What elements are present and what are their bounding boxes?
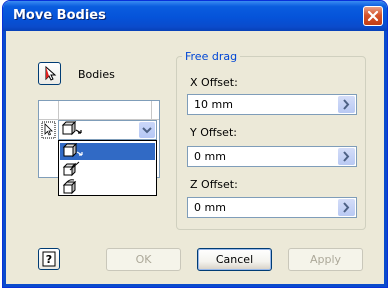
y-offset-label: Y Offset: xyxy=(190,126,237,139)
move-type-dropdown-list xyxy=(58,140,157,196)
move-type-option-free-drag[interactable] xyxy=(60,143,155,160)
select-bodies-button[interactable] xyxy=(38,62,61,85)
row-cursor-icon xyxy=(41,121,56,139)
move-type-combo[interactable] xyxy=(58,120,157,140)
chevron-right-icon xyxy=(343,151,350,162)
window-frame-right xyxy=(384,31,387,287)
apply-button[interactable]: Apply xyxy=(288,248,363,271)
chevron-down-icon xyxy=(142,127,152,134)
grid-header xyxy=(39,101,159,120)
window-frame-bottom xyxy=(3,284,387,287)
rotate-body-icon xyxy=(62,179,77,195)
grid-header-divider xyxy=(58,101,59,119)
svg-text:?: ? xyxy=(46,253,52,266)
x-offset-arrow-button[interactable] xyxy=(338,96,355,113)
free-drag-group-label: Free drag xyxy=(182,50,241,63)
x-offset-field[interactable]: 10 mm xyxy=(187,94,357,115)
ok-button[interactable]: OK xyxy=(106,248,181,271)
close-icon xyxy=(367,10,379,22)
x-offset-value: 10 mm xyxy=(194,98,233,111)
chevron-right-icon xyxy=(343,202,350,213)
dialog-title: Move Bodies xyxy=(13,8,106,23)
combo-dropdown-button[interactable] xyxy=(139,122,155,138)
move-along-ray-icon xyxy=(62,161,80,177)
grid-header-divider xyxy=(151,101,152,119)
z-offset-field[interactable]: 0 mm xyxy=(187,197,357,218)
z-offset-value: 0 mm xyxy=(194,201,226,214)
chevron-right-icon xyxy=(343,99,350,110)
window-frame-left xyxy=(3,31,6,287)
move-type-option-rotate[interactable] xyxy=(60,179,155,196)
free-drag-icon xyxy=(62,143,83,158)
title-bar[interactable]: Move Bodies xyxy=(3,1,387,31)
close-button[interactable] xyxy=(363,6,383,26)
z-offset-arrow-button[interactable] xyxy=(338,199,355,216)
y-offset-field[interactable]: 0 mm xyxy=(187,146,357,167)
bodies-label: Bodies xyxy=(78,68,115,81)
cursor-arrow-icon xyxy=(45,65,57,81)
help-icon: ? xyxy=(42,251,56,267)
x-offset-label: X Offset: xyxy=(190,76,238,89)
y-offset-arrow-button[interactable] xyxy=(338,148,355,165)
free-drag-icon xyxy=(61,121,82,136)
help-button[interactable]: ? xyxy=(38,248,60,270)
move-type-option-move-along-ray[interactable] xyxy=(60,161,155,178)
cancel-button[interactable]: Cancel xyxy=(197,248,272,271)
y-offset-value: 0 mm xyxy=(194,150,226,163)
z-offset-label: Z Offset: xyxy=(190,178,238,191)
